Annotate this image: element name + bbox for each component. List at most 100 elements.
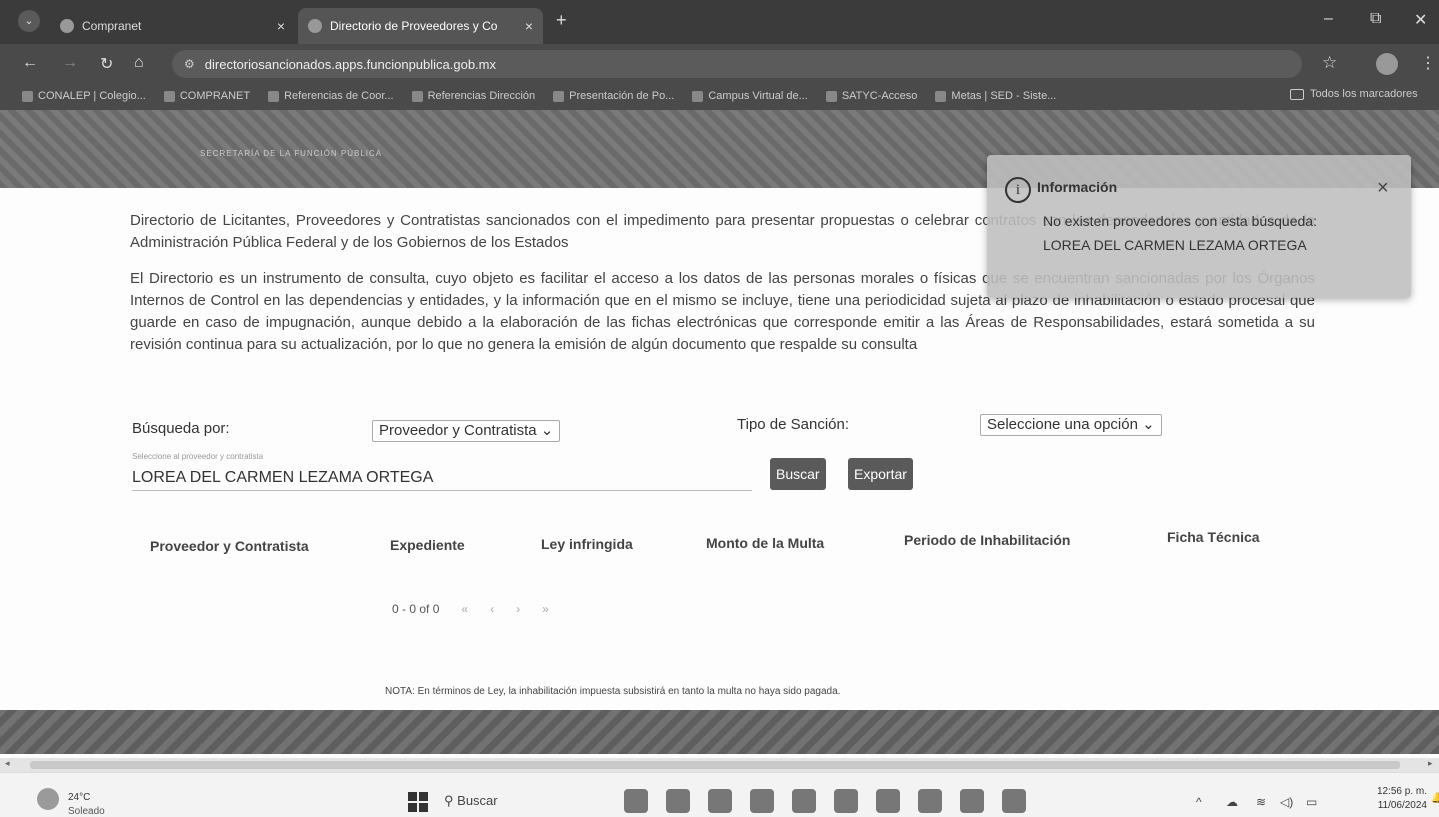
battery-icon[interactable]: ▭ — [1306, 795, 1317, 809]
taskbar-app-icon[interactable] — [876, 789, 900, 813]
next-page-button[interactable]: › — [516, 602, 520, 616]
taskbar-app-icon[interactable] — [792, 789, 816, 813]
tab-directorio[interactable]: Directorio de Proveedores y Co × — [298, 8, 543, 44]
tab-compranet[interactable]: Compranet × — [50, 8, 295, 44]
last-page-button[interactable]: » — [542, 602, 549, 616]
info-icon: i — [1005, 177, 1031, 203]
restore-icon[interactable]: ⧉ — [1370, 10, 1381, 28]
bookmark-item[interactable]: SATYC-Acceso — [825, 90, 917, 102]
minimize-icon[interactable]: – — [1324, 10, 1333, 28]
volume-icon[interactable]: ◁) — [1280, 795, 1293, 809]
tab-search-icon[interactable]: ⌄ — [18, 10, 40, 32]
column-header: Ficha Técnica — [1167, 529, 1260, 545]
column-header: Expediente — [390, 537, 465, 553]
url-text: directoriosancionados.apps.funcionpublic… — [204, 56, 497, 72]
reload-icon[interactable]: ↻ — [100, 54, 113, 74]
profile-avatar[interactable] — [1376, 53, 1398, 75]
all-bookmarks-label: Todos los marcadores — [1310, 88, 1418, 100]
forward-icon[interactable]: → — [62, 54, 78, 72]
taskbar-app-icon[interactable] — [708, 789, 732, 813]
horizontal-scrollbar[interactable]: ◂ ▸ — [0, 758, 1439, 772]
info-toast: i Información No existen proveedores con… — [987, 155, 1411, 298]
taskbar-search[interactable]: ⚲ Buscar — [444, 793, 498, 809]
tipo-sancion-select[interactable]: Seleccione una opción ⌄ — [980, 414, 1162, 436]
tab-label: Compranet — [82, 19, 142, 33]
bookmark-item[interactable]: CONALEP | Colegio... — [22, 90, 146, 102]
taskbar-app-icon[interactable] — [666, 789, 690, 813]
taskbar-app-icon[interactable] — [750, 789, 774, 813]
busqueda-label: Búsqueda por: — [132, 420, 230, 437]
search-hint: Seleccione al proveedor y contratista — [132, 452, 264, 461]
buscar-button[interactable]: Buscar — [770, 458, 826, 490]
pagination: 0 - 0 of 0 « ‹ › » — [392, 602, 549, 616]
new-tab-button[interactable]: + — [556, 10, 567, 31]
cloud-icon[interactable]: ☁ — [1226, 795, 1238, 809]
taskbar-app-icon[interactable] — [960, 789, 984, 813]
weather-condition: Soleado — [68, 806, 105, 817]
busqueda-select[interactable]: Proveedor y Contratista ⌄ — [372, 420, 561, 442]
back-icon[interactable]: ← — [22, 54, 38, 72]
taskbar-app-icon[interactable] — [834, 789, 858, 813]
bookmark-label: Campus Virtual de... — [708, 90, 808, 102]
tipo-sancion-value: Seleccione una opción — [987, 416, 1138, 433]
clock-date[interactable]: 11/06/2024 — [1369, 800, 1427, 811]
busqueda-value: Proveedor y Contratista — [379, 422, 537, 439]
scrollbar-thumb[interactable] — [30, 761, 1400, 769]
bookmark-favicon-icon — [935, 90, 947, 102]
column-header: Ley infringida — [541, 536, 633, 552]
scroll-left-icon[interactable]: ◂ — [5, 758, 10, 769]
search-icon: ⚲ — [444, 793, 454, 808]
column-header: Monto de la Multa — [706, 535, 825, 551]
window-close-icon[interactable]: ✕ — [1414, 10, 1427, 30]
proveedor-search-input[interactable]: LOREA DEL CARMEN LEZAMA ORTEGA — [132, 466, 752, 491]
folder-icon — [1290, 88, 1304, 100]
bookmark-favicon-icon — [22, 90, 33, 102]
bookmark-favicon-icon — [163, 90, 175, 102]
all-bookmarks-button[interactable]: Todos los marcadores — [1290, 88, 1418, 100]
wifi-icon[interactable]: ≋ — [1256, 795, 1266, 809]
toast-message: No existen proveedores con esta búsqueda… — [1043, 213, 1317, 253]
browser-menu-icon[interactable]: ⋮ — [1420, 53, 1436, 73]
site-info-icon[interactable]: ⚙ — [184, 57, 195, 71]
bookmark-label: COMPRANET — [179, 90, 251, 102]
bookmark-favicon-icon — [268, 90, 280, 102]
taskbar-app-icon[interactable] — [624, 789, 648, 813]
bookmark-item[interactable]: Referencias de Coor... — [268, 90, 394, 102]
weather-icon[interactable] — [37, 788, 59, 810]
bookmark-item[interactable]: Metas | SED - Siste... — [935, 90, 1056, 102]
prev-page-button[interactable]: ‹ — [490, 602, 494, 616]
clock-time[interactable]: 12:56 p. m. — [1369, 786, 1427, 797]
taskbar-app-icon[interactable] — [918, 789, 942, 813]
bookmark-item[interactable]: Campus Virtual de... — [692, 90, 808, 102]
tab-close-icon[interactable]: × — [525, 18, 533, 34]
search-value: LOREA DEL CARMEN LEZAMA ORTEGA — [132, 469, 434, 486]
browser-tab-bar: ⌄ Compranet × Directorio de Proveedores … — [0, 0, 1439, 44]
url-field[interactable]: ⚙ directoriosancionados.apps.funcionpubl… — [172, 50, 1302, 78]
temperature: 24°C — [68, 792, 91, 803]
nota-text: NOTA: En términos de Ley, la inhabilitac… — [385, 686, 841, 697]
scroll-right-icon[interactable]: ▸ — [1428, 758, 1433, 769]
bookmark-label: Referencias Dirección — [427, 90, 536, 102]
notification-bell-icon[interactable]: 🔔 — [1431, 793, 1439, 804]
header-text: SECRETARÍA DE LA FUNCIÓN PÚBLICA — [200, 149, 383, 158]
taskbar-app-icon[interactable] — [1002, 789, 1026, 813]
pager-range: 0 - 0 of 0 — [392, 602, 440, 616]
bookmark-label: Referencias de Coor... — [284, 90, 394, 102]
column-header: Proveedor y Contratista — [150, 538, 309, 554]
chevron-down-icon: ⌄ — [540, 422, 554, 439]
bookmark-item[interactable]: Referencias Dirección — [411, 90, 536, 102]
bookmark-label: CONALEP | Colegio... — [38, 90, 146, 102]
toast-close-button[interactable]: × — [1377, 177, 1389, 200]
bookmark-item[interactable]: Presentación de Po... — [553, 90, 674, 102]
bookmark-item[interactable]: COMPRANET — [163, 90, 251, 102]
site-footer — [0, 710, 1439, 754]
bookmark-favicon-icon — [553, 90, 565, 102]
exportar-button[interactable]: Exportar — [848, 458, 913, 490]
home-icon[interactable]: ⌂ — [134, 54, 144, 72]
tray-chevron-icon[interactable]: ^ — [1196, 795, 1202, 809]
windows-start-icon[interactable] — [408, 792, 428, 812]
bookmark-favicon-icon — [411, 90, 423, 102]
first-page-button[interactable]: « — [461, 602, 468, 616]
bookmark-star-icon[interactable]: ☆ — [1322, 53, 1337, 73]
tab-close-icon[interactable]: × — [277, 18, 285, 34]
